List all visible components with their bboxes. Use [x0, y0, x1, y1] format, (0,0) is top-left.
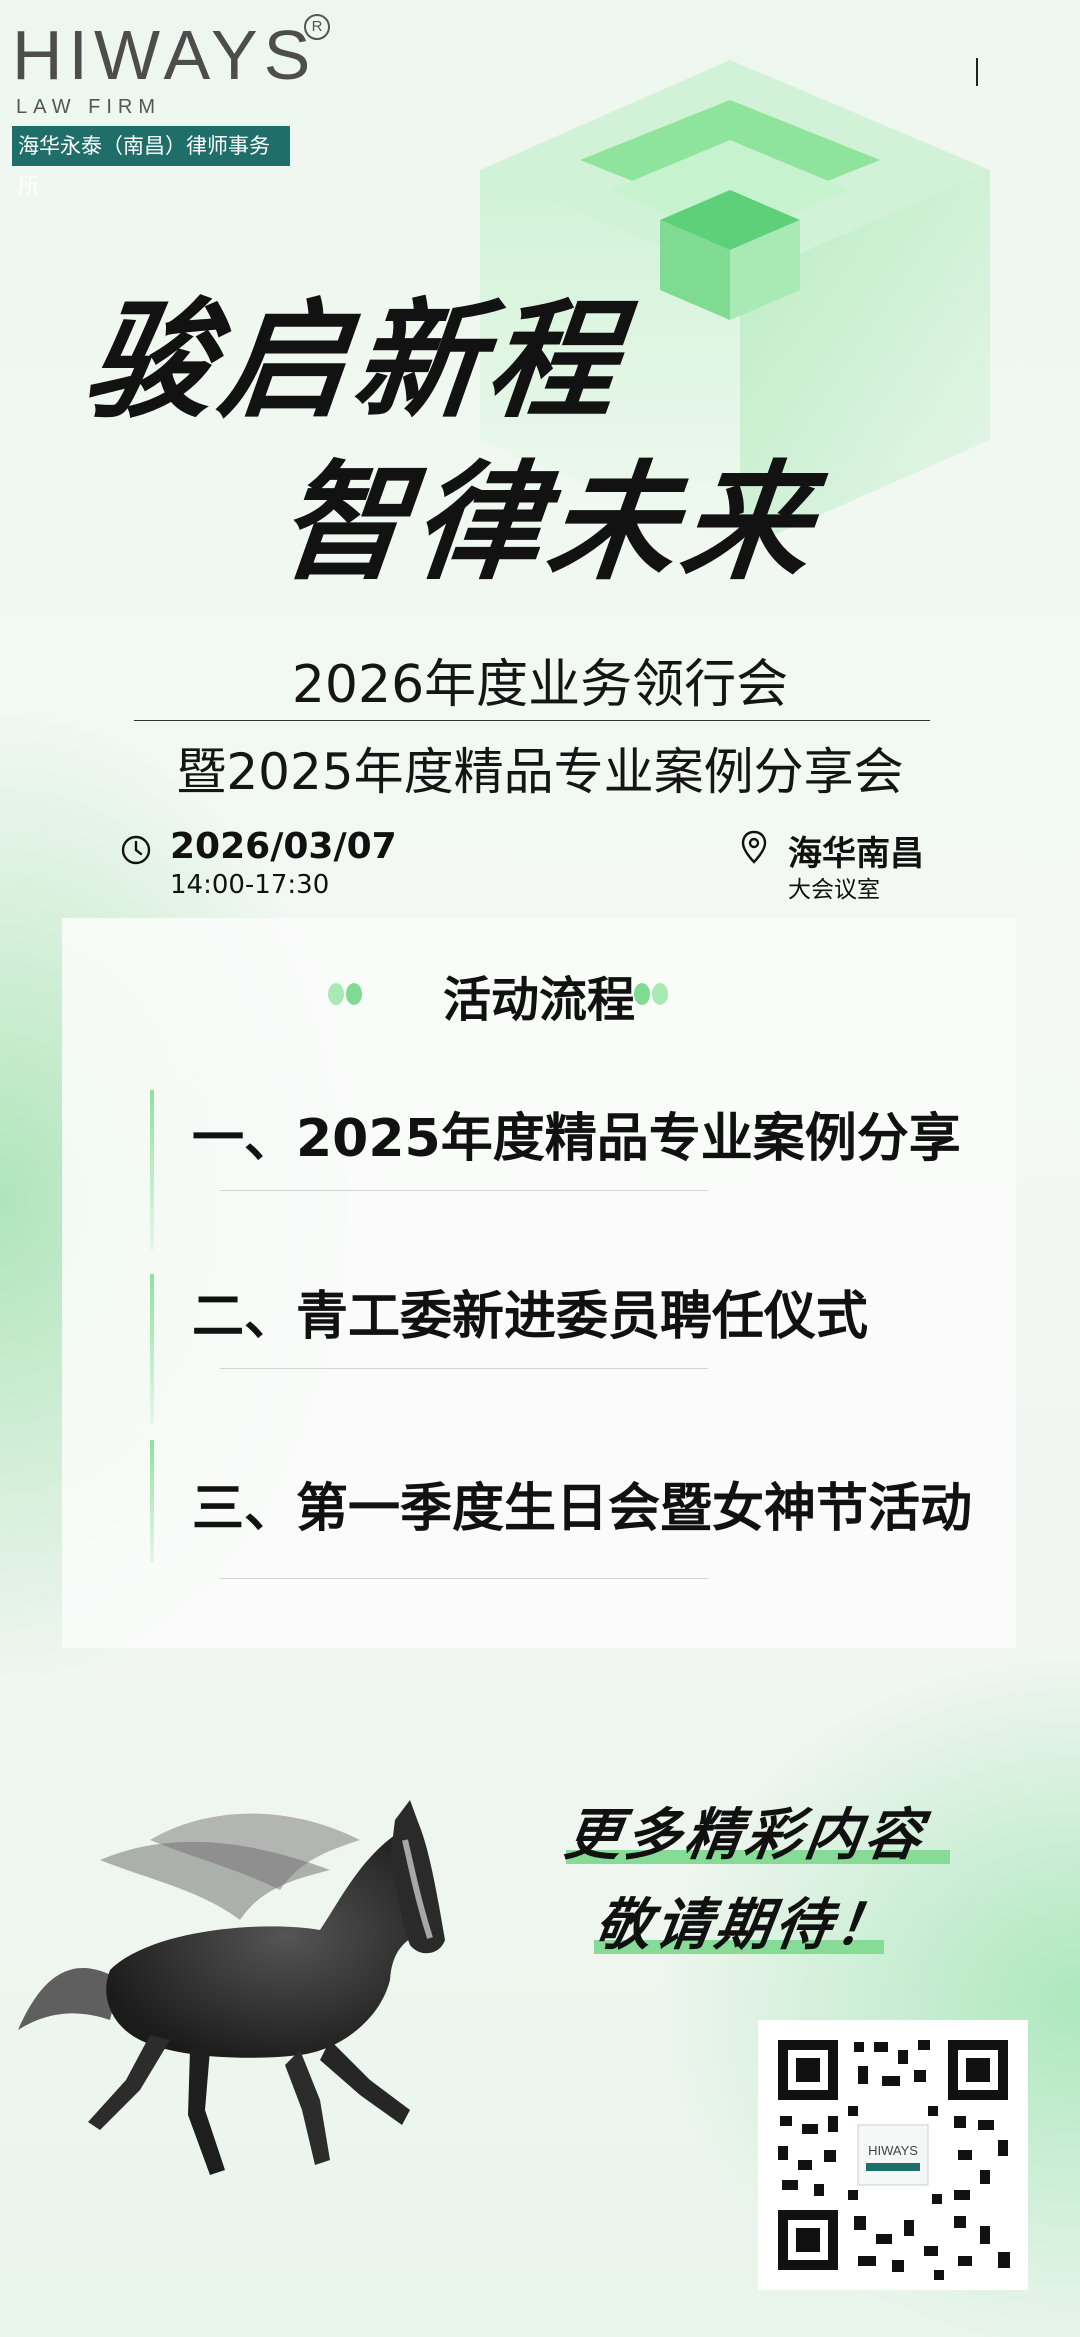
event-title-line-1: 2026年度业务领行会 — [291, 655, 789, 715]
clock-icon — [121, 835, 151, 865]
location-block: 海华南昌 大会议室 — [740, 826, 1040, 906]
event-location: 海华南昌 — [788, 834, 924, 874]
decorative-dots-right-icon — [634, 983, 668, 1005]
agenda-step-2: 二、青工委新进委员聘任仪式 — [192, 1287, 869, 1347]
qr-center-logo: HIWAYS — [868, 2143, 918, 2158]
event-date: 2026/03/07 — [170, 826, 397, 867]
closing-line-2: 敬请期待！ — [590, 1893, 900, 1958]
title-divider — [134, 720, 930, 721]
qr-code[interactable]: HIWAYS — [758, 2020, 1028, 2290]
event-time: 14:00-17:30 — [170, 870, 330, 900]
agenda-separator — [220, 1368, 708, 1369]
firm-name-banner: 海华永泰（南昌）律师事务所 — [12, 126, 290, 198]
text-cursor-mark — [976, 58, 978, 86]
closing-line-1: 更多精彩内容 — [560, 1803, 930, 1868]
event-title-line-2: 暨2025年度精品专业案例分享会 — [176, 743, 904, 801]
agenda-separator — [220, 1578, 708, 1579]
agenda-title: 活动流程 — [442, 972, 635, 1028]
galloping-horse-illustration — [18, 1800, 445, 2175]
date-time-block: 2026/03/07 14:00-17:30 — [120, 826, 420, 906]
headline-line-1: 骏启新程 — [78, 287, 630, 436]
headline-line-2: 智律未来 — [272, 449, 824, 598]
logo-subtitle: LAW FIRM — [16, 96, 162, 118]
agenda-panel: 活动流程 一、2025年度精品专业案例分享 二、青工委新进委员聘任仪式 三、第一… — [62, 918, 1016, 1648]
firm-logo: HIWAYS R LAW FIRM 海华永泰（南昌）律师事务所 — [12, 14, 332, 198]
agenda-separator — [220, 1190, 708, 1191]
logo-brand-text: HIWAYS — [12, 16, 317, 94]
event-room: 大会议室 — [788, 877, 880, 903]
agenda-accent-line — [150, 1440, 154, 1562]
registered-mark: R — [304, 14, 330, 40]
agenda-step-3: 三、第一季度生日会暨女神节活动 — [192, 1479, 973, 1539]
agenda-accent-line — [150, 1090, 154, 1250]
agenda-accent-line — [150, 1274, 154, 1424]
location-pin-icon — [741, 830, 767, 864]
agenda-step-1: 一、2025年度精品专业案例分享 — [192, 1109, 961, 1169]
